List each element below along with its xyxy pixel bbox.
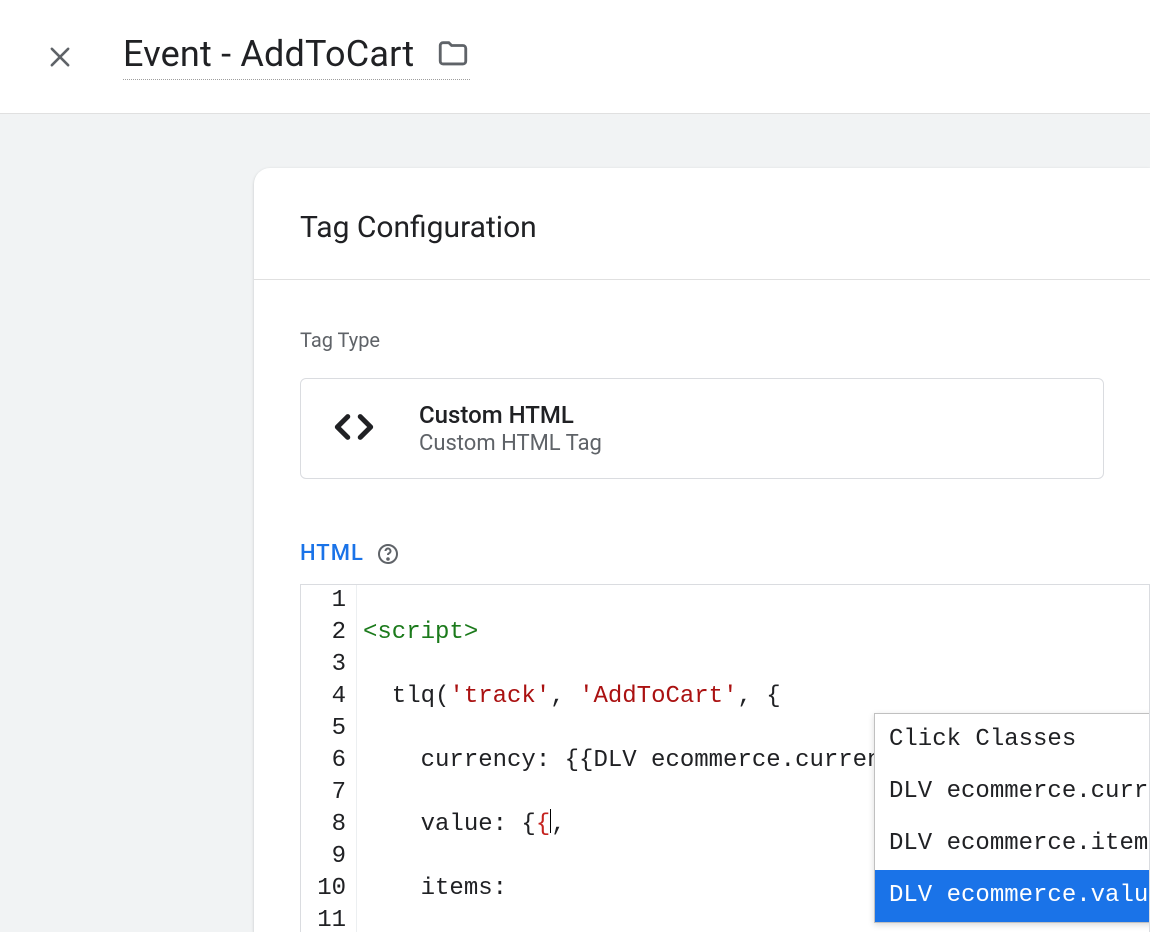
code-token: tlq( — [363, 683, 449, 710]
tag-type-name: Custom HTML — [419, 401, 602, 429]
close-button[interactable] — [42, 39, 78, 75]
autocomplete-item-selected[interactable]: DLV ecommerce.value — [875, 870, 1150, 922]
line-number: 10 — [301, 873, 346, 905]
html-section: HTML 1 2 3 4 5 6 7 8 9 10 11 <script> — [254, 479, 1150, 932]
line-number: 11 — [301, 905, 346, 932]
code-editor[interactable]: 1 2 3 4 5 6 7 8 9 10 11 <script> tlq('tr… — [300, 584, 1150, 932]
code-token: 'AddToCart' — [579, 683, 737, 710]
panel-heading: Tag Configuration — [254, 168, 1150, 280]
line-number: 3 — [301, 649, 346, 681]
line-number-gutter: 1 2 3 4 5 6 7 8 9 10 11 — [301, 585, 357, 932]
page-title: Event - AddToCart — [123, 33, 414, 75]
autocomplete-item[interactable]: Click Classes — [875, 714, 1150, 766]
code-token: 'track' — [449, 683, 550, 710]
tag-type-label: Tag Type — [300, 328, 1104, 352]
code-token: items: — [363, 875, 521, 902]
code-token: { — [536, 811, 550, 838]
line-number: 4 — [301, 681, 346, 713]
config-panel: Tag Configuration Tag Type Custom HTML C… — [254, 168, 1150, 932]
html-label-row: HTML — [300, 541, 1150, 566]
code-token: <script> — [363, 619, 478, 646]
code-token: , — [551, 811, 565, 838]
line-number: 5 — [301, 713, 346, 745]
close-icon — [46, 43, 74, 71]
line-number: 9 — [301, 841, 346, 873]
autocomplete-popup[interactable]: Click Classes DLV ecommerce.currency DLV… — [874, 713, 1150, 923]
line-number: 8 — [301, 809, 346, 841]
code-brackets-icon — [329, 402, 379, 456]
html-field-label: HTML — [300, 541, 364, 566]
folder-icon — [436, 37, 470, 71]
body-area: Tag Configuration Tag Type Custom HTML C… — [0, 114, 1150, 932]
editor-header: Event - AddToCart — [0, 0, 1150, 114]
code-area[interactable]: <script> tlq('track', 'AddToCart', { cur… — [357, 585, 954, 932]
line-number: 6 — [301, 745, 346, 777]
help-icon[interactable] — [376, 542, 400, 566]
code-token: , — [550, 683, 579, 710]
tag-type-section: Tag Type Custom HTML Custom HTML Tag — [254, 280, 1150, 479]
code-token: , { — [738, 683, 781, 710]
autocomplete-item[interactable]: DLV ecommerce.items — [875, 818, 1150, 870]
line-number: 7 — [301, 777, 346, 809]
code-token: currency: {{DLV ecommerce.currency}}, — [363, 747, 954, 774]
tag-type-desc: Custom HTML Tag — [419, 431, 602, 456]
autocomplete-item[interactable]: DLV ecommerce.currency — [875, 766, 1150, 818]
line-number: 2 — [301, 617, 346, 649]
line-number: 1 — [301, 585, 346, 617]
code-token: value: { — [363, 811, 536, 838]
tag-type-selector[interactable]: Custom HTML Custom HTML Tag — [300, 378, 1104, 479]
title-input-wrap[interactable]: Event - AddToCart — [123, 33, 470, 80]
